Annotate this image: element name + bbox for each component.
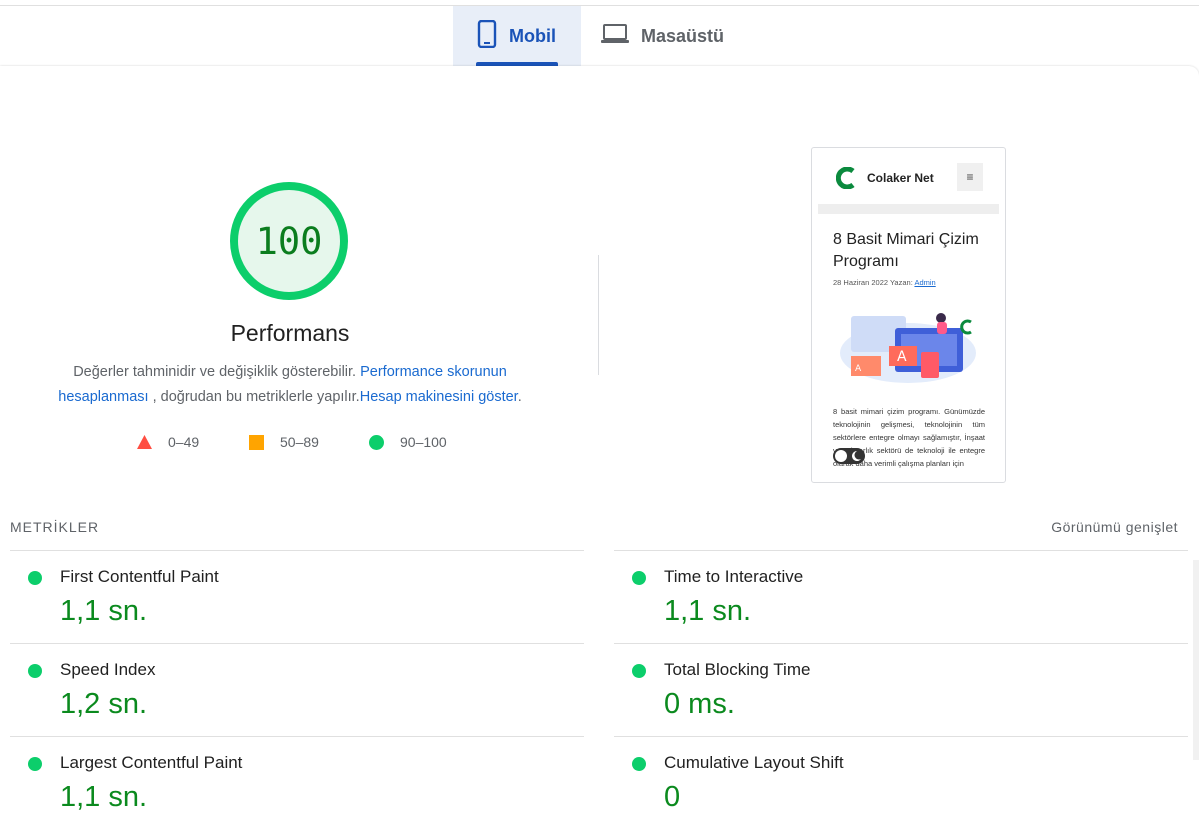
article-date: 28 Haziran 2022 Yazan: (833, 278, 913, 287)
calculator-link[interactable]: Hesap makinesini göster (360, 389, 518, 405)
metric-cumulative-layout-shift: Cumulative Layout Shift 0 (614, 736, 1188, 829)
metric-name: Time to Interactive (664, 567, 804, 586)
site-name: Colaker Net (867, 171, 934, 185)
dark-mode-toggle (833, 448, 865, 464)
description-text: Değerler tahminidir ve değişiklik göster… (73, 364, 357, 380)
pass-indicator-icon (28, 664, 42, 678)
metric-value: 0 (664, 781, 681, 813)
pass-indicator-icon (632, 571, 646, 585)
circle-icon (369, 434, 384, 450)
description-text-3: . (517, 389, 522, 405)
performance-title: Performans (230, 320, 350, 346)
site-logo-icon (836, 167, 855, 189)
page-screenshot: Colaker Net ≡ 8 Basit Mimari Çizim Progr… (811, 147, 1006, 483)
metric-value: 1,1 sn. (60, 781, 148, 813)
laptop-icon (601, 23, 629, 50)
hamburger-menu-icon: ≡ (957, 163, 983, 191)
legend-average-label: 50–89 (280, 434, 319, 450)
legend-fail-label: 0–49 (168, 434, 200, 450)
metric-name: Total Blocking Time (664, 660, 811, 679)
article-title: 8 Basit Mimari Çizim Programı (833, 231, 979, 270)
metric-name: Largest Contentful Paint (60, 753, 243, 772)
triangle-icon (137, 435, 152, 449)
tab-mobile[interactable]: Mobil (453, 6, 581, 66)
metrics-column-left: First Contentful Paint 1,1 sn. Speed Ind… (10, 550, 584, 829)
metric-first-contentful-paint: First Contentful Paint 1,1 sn. (10, 550, 584, 643)
moon-icon (835, 450, 861, 462)
pass-indicator-icon (632, 664, 646, 678)
metric-total-blocking-time: Total Blocking Time 0 ms. (614, 643, 1188, 736)
article-meta: 28 Haziran 2022 Yazan: Admin (833, 278, 936, 287)
metric-name: Speed Index (60, 660, 156, 679)
metric-name: Cumulative Layout Shift (664, 753, 844, 772)
legend-pass-label: 90–100 (400, 434, 447, 450)
score-description: Değerler tahminidir ve değişiklik göster… (40, 360, 540, 410)
description-text-2: , doğrudan bu metriklerle yapılır. (152, 389, 360, 405)
svg-text:A: A (897, 349, 907, 365)
metric-speed-index: Speed Index 1,2 sn. (10, 643, 584, 736)
pass-indicator-icon (632, 757, 646, 771)
article-illustration: A A (840, 313, 976, 383)
metric-time-to-interactive: Time to Interactive 1,1 sn. (614, 550, 1188, 643)
vertical-divider (598, 255, 599, 375)
metric-value: 1,1 sn. (60, 595, 148, 627)
pass-indicator-icon (28, 571, 42, 585)
performance-score: 100 (255, 219, 323, 263)
top-divider (0, 5, 1199, 6)
metric-value: 0 ms. (664, 688, 735, 720)
svg-text:A: A (855, 364, 862, 374)
header-strip (818, 204, 999, 214)
scrollbar[interactable] (1193, 560, 1199, 760)
metric-value: 1,1 sn. (664, 595, 752, 627)
square-icon (249, 434, 264, 450)
tab-desktop[interactable]: Masaüstü (601, 6, 741, 66)
author-link: Admin (914, 278, 936, 287)
legend-fail: 0–49 (137, 434, 199, 450)
expand-view-toggle[interactable]: Görünümü genişlet (1051, 519, 1178, 535)
metric-value: 1,2 sn. (60, 688, 148, 720)
tab-desktop-label: Masaüstü (641, 25, 725, 46)
mobile-phone-icon (477, 19, 497, 53)
metrics-column-right: Time to Interactive 1,1 sn. Total Blocki… (614, 550, 1188, 829)
legend-pass: 90–100 (369, 434, 447, 450)
metrics-heading: METRİKLER (10, 519, 100, 535)
metric-largest-contentful-paint: Largest Contentful Paint 1,1 sn. (10, 736, 584, 829)
tab-mobile-label: Mobil (509, 25, 556, 46)
legend-average: 50–89 (249, 434, 319, 450)
metric-name: First Contentful Paint (60, 567, 219, 586)
pass-indicator-icon (28, 757, 42, 771)
